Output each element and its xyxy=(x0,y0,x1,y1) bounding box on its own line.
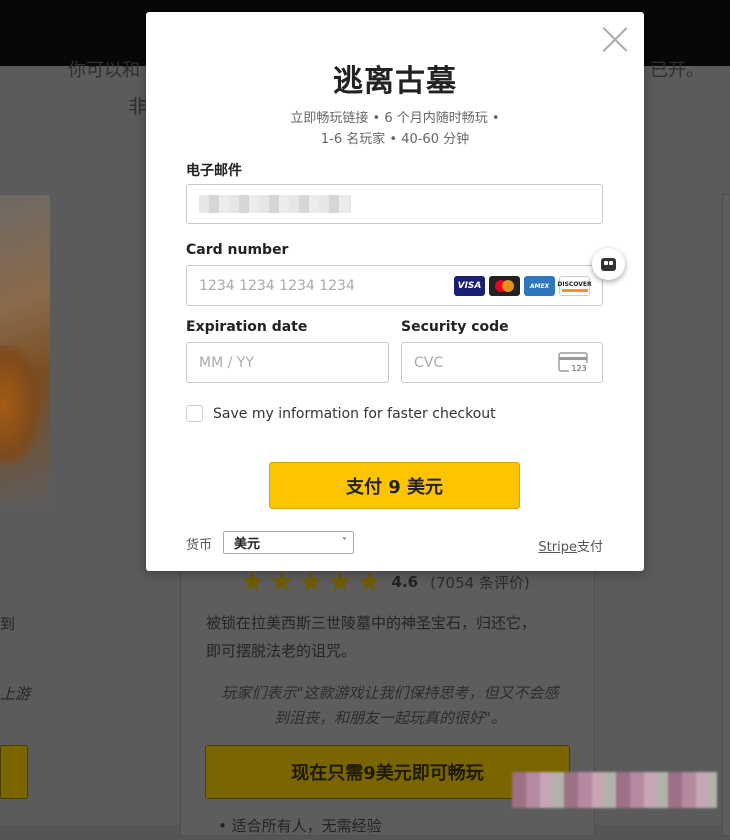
subtitle-line-1: 立即畅玩链接 • 6 个月内随时畅玩 • xyxy=(290,111,500,126)
security-code-label: Security code xyxy=(401,319,509,335)
background-left-cta xyxy=(0,745,28,799)
expiration-placeholder: MM / YY xyxy=(199,354,254,371)
background-heading-fragment-2: 非 xyxy=(128,96,148,118)
email-field[interactable] xyxy=(186,184,603,224)
star-half-icon: ★ xyxy=(356,565,382,598)
background-heading-fragment: 你可以和 xyxy=(68,60,140,81)
background-left-text-1: 到 xyxy=(0,615,16,633)
pay-button[interactable]: 支付 9 美元 xyxy=(269,462,520,509)
save-info-checkbox[interactable] xyxy=(186,405,203,422)
chat-bot-icon[interactable] xyxy=(592,248,625,280)
star-icon: ★ xyxy=(298,565,324,598)
card-number-field[interactable]: 1234 1234 1234 1234 VISA AMEX DISCOVER xyxy=(186,265,603,306)
card-number-label: Card number xyxy=(186,242,289,258)
stripe-suffix: 支付 xyxy=(576,540,603,555)
star-icon: ★ xyxy=(269,565,295,598)
discover-icon: DISCOVER xyxy=(557,276,592,296)
background-description-1: 被锁在拉美西斯三世陵墓中的神圣宝石，归还它， xyxy=(206,614,537,632)
stripe-attribution: Stripe支付 xyxy=(538,536,603,555)
email-value-redacted xyxy=(199,195,351,213)
close-icon[interactable] xyxy=(602,26,628,52)
blurred-watermark xyxy=(512,772,717,808)
email-label: 电子邮件 xyxy=(186,163,242,179)
background-left-text-2: 上游 xyxy=(0,685,31,703)
checkout-modal: 逃离古墓 立即畅玩链接 • 6 个月内随时畅玩 • 1-6 名玩家 • 40-6… xyxy=(146,12,644,571)
background-heading-fragment-right: 已开。 xyxy=(650,60,704,81)
background-quote-2: 到沮丧，和朋友一起玩真的很好"。 xyxy=(274,709,506,727)
stripe-link[interactable]: Stripe xyxy=(538,540,577,555)
amex-icon: AMEX xyxy=(524,276,555,296)
modal-subtitle: 立即畅玩链接 • 6 个月内随时畅玩 • 1-6 名玩家 • 40-60 分钟 xyxy=(146,108,644,150)
cvc-hint: 123 xyxy=(571,364,586,373)
background-rating: ★ ★ ★ ★ ★ 4.6 (7054 条评价) xyxy=(240,568,530,596)
background-product-card-right xyxy=(722,194,730,836)
security-code-placeholder: CVC xyxy=(414,354,444,371)
save-info-label: Save my information for faster checkout xyxy=(213,406,496,422)
rating-value: 4.6 xyxy=(391,573,419,591)
chevron-down-icon: ˅ xyxy=(342,537,347,548)
mastercard-icon xyxy=(489,276,520,296)
star-icon: ★ xyxy=(240,565,266,598)
star-icon: ★ xyxy=(327,565,353,598)
expiration-field[interactable]: MM / YY xyxy=(186,342,389,383)
currency-label: 货币 xyxy=(186,538,213,553)
background-bullet: • 适合所有人，无需经验 xyxy=(218,817,382,835)
credit-card-cvc-icon: 123 xyxy=(558,352,589,373)
card-brand-logos: VISA AMEX DISCOVER xyxy=(454,276,592,296)
background-game-image xyxy=(0,195,50,505)
background-description-2: 即可摆脱法老的诅咒。 xyxy=(206,642,357,660)
review-count: (7054 条评价) xyxy=(430,573,530,592)
subtitle-line-2: 1-6 名玩家 • 40-60 分钟 xyxy=(320,132,470,147)
visa-icon: VISA xyxy=(454,276,485,296)
security-code-field[interactable]: CVC 123 xyxy=(401,342,603,383)
expiration-label: Expiration date xyxy=(186,319,308,335)
currency-select[interactable]: 美元 ˅ xyxy=(223,531,354,554)
background-quote-1: 玩家们表示"这款游戏让我们保持思考，但又不会感 xyxy=(221,684,559,702)
card-number-placeholder: 1234 1234 1234 1234 xyxy=(199,277,355,294)
currency-value: 美元 xyxy=(234,537,261,552)
modal-title: 逃离古墓 xyxy=(333,64,457,99)
